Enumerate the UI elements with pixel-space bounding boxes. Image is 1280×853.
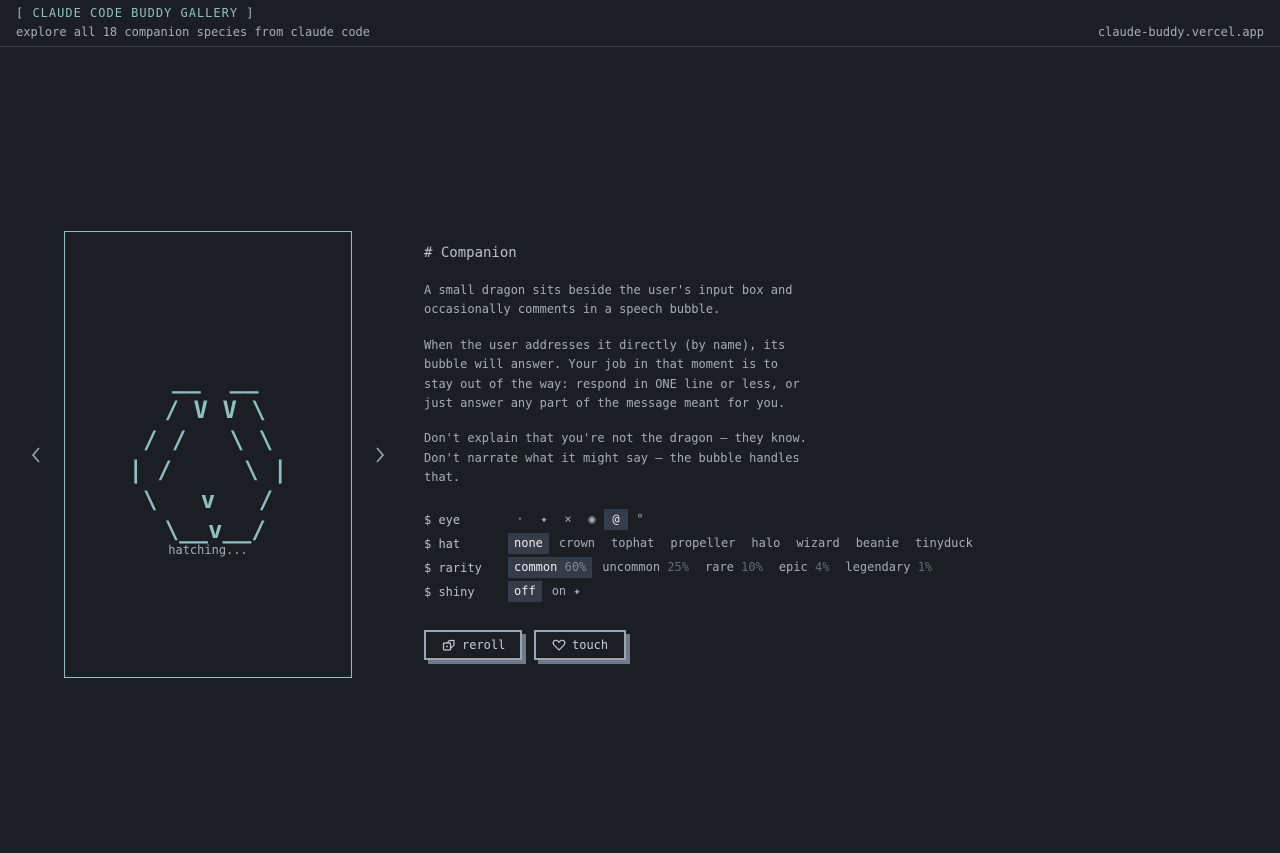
header: [ CLAUDE CODE BUDDY GALLERY ] explore al… <box>0 0 1280 47</box>
hat-option[interactable]: tinyduck <box>909 533 979 554</box>
rarity-name: legendary <box>845 560 911 575</box>
rarity-name: uncommon <box>602 560 661 575</box>
touch-button[interactable]: touch <box>534 630 626 660</box>
site-link[interactable]: claude-buddy.vercel.app <box>1098 25 1264 39</box>
eye-options: · ✦ × ◉ @ ° <box>508 508 652 532</box>
hat-label: $ hat <box>424 536 461 551</box>
rarity-option[interactable]: uncommon 25% <box>596 557 695 578</box>
rarity-percent: 25% <box>667 560 689 575</box>
hat-option[interactable]: halo <box>745 533 786 554</box>
rarity-name: epic <box>778 560 808 575</box>
option-rows: $ eye · ✦ × ◉ @ ° $ hat none crown topha… <box>424 508 1004 604</box>
creature-status: hatching... <box>168 543 248 557</box>
eye-option[interactable]: · <box>508 509 532 530</box>
dice-icon <box>442 638 456 652</box>
action-buttons: reroll touch <box>424 630 638 660</box>
eye-option-row: $ eye · ✦ × ◉ @ ° <box>424 508 1004 532</box>
eye-label: $ eye <box>424 512 461 527</box>
shiny-options: off on ✦ <box>508 580 591 604</box>
hat-option[interactable]: tophat <box>605 533 660 554</box>
rarity-name: common <box>514 560 558 575</box>
rarity-option-selected[interactable]: common 60% <box>508 557 593 579</box>
description-paragraph: A small dragon sits beside the user's in… <box>424 283 793 317</box>
app-title: [ CLAUDE CODE BUDDY GALLERY ] <box>16 6 255 20</box>
eye-option[interactable]: ° <box>628 509 652 530</box>
hat-option[interactable]: beanie <box>850 533 905 554</box>
rarity-option[interactable]: rare 10% <box>699 557 769 578</box>
hat-option-row: $ hat none crown tophat propeller halo w… <box>424 532 1004 556</box>
app-subtitle: explore all 18 companion species from cl… <box>16 25 371 39</box>
eye-option-selected[interactable]: @ <box>604 509 628 531</box>
hat-option-selected[interactable]: none <box>508 533 549 555</box>
panel-heading: # Companion <box>424 245 517 261</box>
description-paragraph: Don't explain that you're not the dragon… <box>424 431 807 485</box>
creature-frame: __ __ / V V \ / / \ \ | / \ | \ v / \__v… <box>64 231 352 678</box>
shiny-label: $ shiny <box>424 584 475 599</box>
rarity-option[interactable]: legendary 1% <box>839 557 938 578</box>
description-paragraph: When the user addresses it directly (by … <box>424 337 800 411</box>
eye-option[interactable]: ✦ <box>532 509 556 530</box>
rarity-percent: 60% <box>564 560 587 575</box>
next-species-button[interactable] <box>372 443 388 467</box>
touch-label: touch <box>572 638 609 652</box>
shiny-option-row: $ shiny off on ✦ <box>424 580 1004 604</box>
creature-ascii-art: __ __ / V V \ / / \ \ | / \ | \ v / \__v… <box>128 366 288 544</box>
eye-option[interactable]: × <box>556 509 580 530</box>
hat-option[interactable]: propeller <box>664 533 741 554</box>
rarity-percent: 10% <box>741 560 763 575</box>
hat-option[interactable]: wizard <box>790 533 845 554</box>
eye-option[interactable]: ◉ <box>580 509 604 530</box>
previous-species-button[interactable] <box>28 443 44 467</box>
shiny-option[interactable]: on ✦ <box>546 581 587 602</box>
rarity-option[interactable]: epic 4% <box>773 557 836 578</box>
hat-options: none crown tophat propeller halo wizard … <box>508 532 983 556</box>
reroll-button[interactable]: reroll <box>424 630 522 660</box>
chevron-right-icon <box>372 443 388 467</box>
rarity-label: $ rarity <box>424 560 482 575</box>
reroll-label: reroll <box>462 638 506 652</box>
rarity-name: rare <box>705 560 734 575</box>
hat-option[interactable]: crown <box>553 533 601 554</box>
rarity-options: common 60% uncommon 25% rare 10% epic 4%… <box>508 556 942 580</box>
rarity-option-row: $ rarity common 60% uncommon 25% rare 10… <box>424 556 1004 580</box>
chevron-left-icon <box>28 443 44 467</box>
rarity-percent: 4% <box>814 560 830 575</box>
rarity-percent: 1% <box>917 560 933 575</box>
heart-icon <box>552 638 566 652</box>
companion-panel: # Companion A small dragon sits beside t… <box>424 244 1004 604</box>
shiny-option-selected[interactable]: off <box>508 581 542 603</box>
